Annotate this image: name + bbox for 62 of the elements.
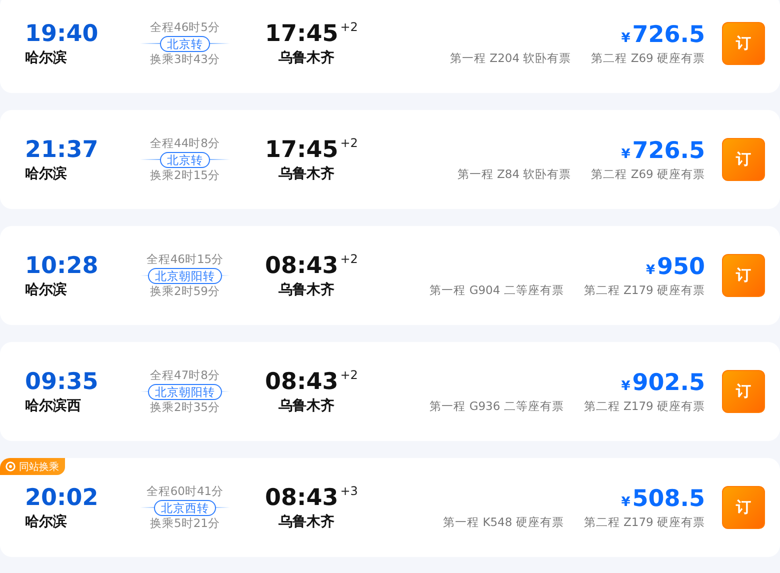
second-leg-info: 第二程 Z179 硬座有票 (584, 398, 705, 414)
day-offset: +3 (340, 484, 358, 498)
departure-station: 哈尔滨 (25, 164, 68, 184)
day-offset: +2 (340, 136, 358, 150)
price: 726.5 (632, 20, 705, 48)
arrival-time: 17:45 (265, 20, 338, 48)
transfer-city: 北京转 (160, 36, 210, 52)
second-leg-info: 第二程 Z179 硬座有票 (584, 282, 705, 298)
transfer-city: 北京西转 (154, 500, 216, 516)
second-leg-info: 第二程 Z179 硬座有票 (584, 514, 705, 530)
departure-station: 哈尔滨 (25, 280, 68, 300)
first-leg-info: 第一程 K548 硬座有票 (443, 514, 564, 530)
departure-time: 09:35 (25, 368, 100, 396)
arrival-station: 乌鲁木齐 (278, 512, 334, 532)
day-offset: +2 (340, 20, 358, 34)
departure-time: 20:02 (25, 484, 100, 512)
currency-sign: ¥ (621, 494, 630, 510)
total-duration: 全程60时41分 (146, 483, 224, 500)
arrival-time: 08:43 (265, 252, 338, 280)
day-offset: +2 (340, 252, 358, 266)
price: 950 (656, 252, 705, 280)
transfer-icon (5, 461, 16, 472)
price: 902.5 (632, 368, 705, 396)
currency-sign: ¥ (621, 146, 630, 162)
total-duration: 全程44时8分 (150, 135, 220, 152)
departure-station: 哈尔滨西 (25, 396, 82, 416)
departure-time: 10:28 (25, 252, 100, 280)
arrival-station: 乌鲁木齐 (278, 164, 334, 184)
transfer-wait: 换乘5时21分 (150, 515, 220, 532)
first-leg-info: 第一程 Z84 软卧有票 (457, 166, 572, 182)
currency-sign: ¥ (646, 262, 655, 278)
badge-label: 同站换乘 (19, 460, 59, 474)
currency-sign: ¥ (621, 378, 630, 394)
transfer-city: 北京转 (160, 152, 210, 168)
transfer-wait: 换乘2时59分 (150, 283, 220, 300)
transfer-wait: 换乘2时15分 (150, 167, 220, 184)
total-duration: 全程46时15分 (146, 251, 224, 268)
price: 726.5 (632, 136, 705, 164)
first-leg-info: 第一程 Z204 软卧有票 (450, 50, 572, 66)
second-leg-info: 第二程 Z69 硬座有票 (591, 166, 705, 182)
arrival-station: 乌鲁木齐 (278, 48, 334, 68)
transfer-city: 北京朝阳转 (148, 384, 222, 400)
day-offset: +2 (340, 368, 358, 382)
departure-time: 21:37 (25, 136, 100, 164)
first-leg-info: 第一程 G936 二等座有票 (430, 398, 564, 414)
price: 508.5 (632, 484, 705, 512)
arrival-time: 08:43 (265, 368, 338, 396)
departure-station: 哈尔滨 (25, 512, 68, 532)
arrival-time: 08:43 (265, 484, 338, 512)
transfer-city: 北京朝阳转 (148, 268, 222, 284)
total-duration: 全程46时5分 (150, 19, 220, 36)
total-duration: 全程47时8分 (150, 367, 220, 384)
arrival-time: 17:45 (265, 136, 338, 164)
currency-sign: ¥ (621, 30, 630, 46)
departure-station: 哈尔滨 (25, 48, 68, 68)
arrival-station: 乌鲁木齐 (278, 280, 334, 300)
second-leg-info: 第二程 Z69 硬座有票 (591, 50, 705, 66)
departure-time: 19:40 (25, 20, 100, 48)
transfer-wait: 换乘3时43分 (150, 51, 220, 68)
transfer-wait: 换乘2时35分 (150, 399, 220, 416)
arrival-station: 乌鲁木齐 (278, 396, 334, 416)
first-leg-info: 第一程 G904 二等座有票 (430, 282, 564, 298)
